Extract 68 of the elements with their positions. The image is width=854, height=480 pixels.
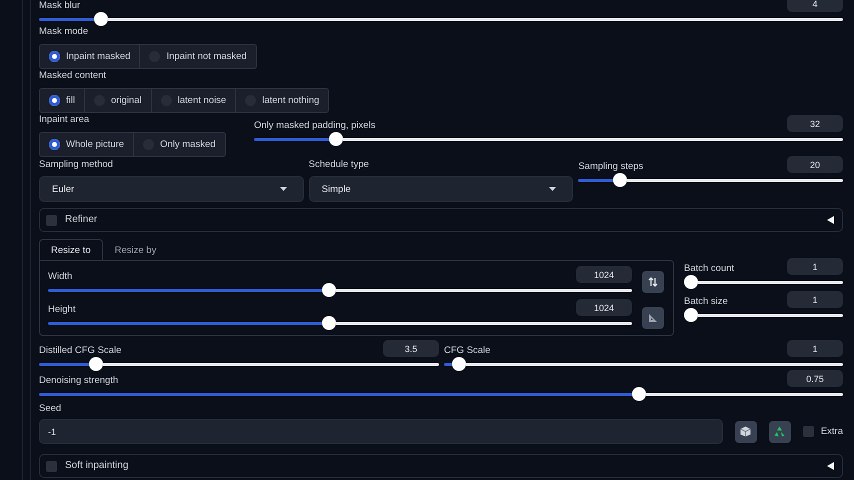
- radio-option[interactable]: Only masked: [134, 133, 225, 156]
- caret-icon: [549, 187, 556, 191]
- slider-label: CFG Scale: [444, 345, 490, 357]
- number-field[interactable]: 32: [787, 115, 843, 132]
- collapse-triangle-icon[interactable]: [826, 216, 834, 224]
- seed-field[interactable]: -1: [39, 419, 723, 444]
- reuse-seed-button[interactable]: [768, 420, 791, 442]
- slider-handle[interactable]: [328, 132, 343, 146]
- radio-option[interactable]: latent noise: [152, 89, 236, 112]
- random-seed-button[interactable]: [734, 420, 757, 442]
- slider-label: Denoising strength: [39, 375, 118, 387]
- radio-option[interactable]: Whole picture: [40, 133, 134, 156]
- recycle-icon: [774, 426, 786, 437]
- radio-option[interactable]: fill: [40, 89, 85, 112]
- slider-handle[interactable]: [322, 316, 336, 330]
- dice-icon: [740, 426, 752, 437]
- slider-handle[interactable]: [632, 387, 646, 401]
- number-field[interactable]: 1: [787, 340, 843, 357]
- tab[interactable]: Resize by: [102, 239, 168, 260]
- slider-handle[interactable]: [452, 357, 466, 371]
- slider-handle[interactable]: [613, 173, 628, 187]
- checkbox[interactable]: [46, 214, 57, 226]
- slider-handle[interactable]: [684, 275, 698, 289]
- accordion-title: Soft inpainting: [65, 460, 130, 472]
- slider-handle[interactable]: [322, 283, 336, 297]
- slider-handle[interactable]: [684, 308, 698, 322]
- number-field[interactable]: 20: [787, 156, 844, 173]
- checkbox[interactable]: [46, 460, 57, 472]
- group-label: Mask mode: [39, 26, 90, 38]
- group-label: Masked content: [39, 70, 108, 82]
- slider-label: Distilled CFG Scale: [39, 345, 122, 357]
- swap-arrows-icon: [648, 277, 658, 287]
- radio-option[interactable]: Inpaint masked: [40, 45, 140, 68]
- caret-icon: [280, 187, 287, 191]
- checkbox[interactable]: [802, 426, 814, 437]
- slider-label: Batch size: [684, 296, 728, 308]
- slider-label: Batch count: [684, 263, 734, 275]
- radio-option[interactable]: latent nothing: [236, 89, 328, 112]
- swap-button[interactable]: [642, 271, 664, 293]
- aspect-ratio-button[interactable]: [642, 307, 664, 329]
- number-field[interactable]: 1: [787, 291, 843, 308]
- slider-label: Sampling steps: [578, 161, 644, 173]
- slider-handle[interactable]: [94, 12, 108, 26]
- radio-option[interactable]: original: [84, 89, 152, 112]
- slider-label: Width: [48, 271, 72, 283]
- seed-label: Seed: [39, 403, 62, 415]
- tab[interactable]: Resize to: [39, 239, 103, 260]
- dropdown[interactable]: Euler: [39, 176, 304, 202]
- slider-label: Mask blur: [39, 0, 80, 12]
- slider-handle[interactable]: [89, 357, 104, 371]
- accordion-title: Refiner: [65, 214, 98, 226]
- radio-option[interactable]: Inpaint not masked: [140, 45, 256, 68]
- slider-label: Height: [48, 304, 76, 316]
- number-field[interactable]: 1: [787, 258, 843, 275]
- checkbox-label: Extra: [820, 426, 843, 438]
- slider-label: Only masked padding, pixels: [254, 120, 376, 132]
- dropdown-label: Sampling method: [39, 159, 114, 171]
- dropdown[interactable]: Simple: [308, 176, 574, 202]
- accordion-header[interactable]: Refiner: [39, 208, 843, 232]
- number-field[interactable]: 1024: [576, 299, 632, 316]
- number-field[interactable]: 1024: [576, 266, 632, 283]
- number-field[interactable]: 3.5: [383, 340, 439, 357]
- dropdown-label: Schedule type: [308, 159, 370, 171]
- group-label: Inpaint area: [39, 114, 90, 126]
- collapse-triangle-icon[interactable]: [826, 462, 834, 470]
- number-field[interactable]: 0.75: [787, 370, 843, 387]
- number-field[interactable]: 4: [787, 0, 843, 12]
- accordion-header[interactable]: Soft inpainting: [39, 454, 843, 478]
